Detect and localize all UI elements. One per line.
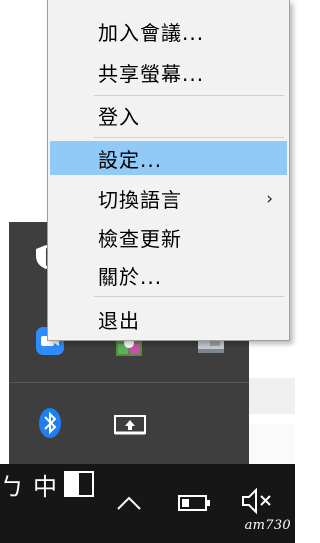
watermark: am730 — [244, 518, 291, 533]
menu-item-share-screen[interactable]: 共享螢幕... — [50, 55, 287, 89]
battery-icon[interactable] — [176, 490, 214, 516]
menu-item-label: 切換語言 — [98, 187, 182, 212]
menu-separator — [94, 137, 284, 138]
background-strip — [249, 378, 295, 414]
menu-item-check-updates[interactable]: 檢查更新 — [50, 220, 287, 254]
speaker-muted-icon[interactable] — [238, 486, 276, 516]
menu-item-label: 關於... — [98, 264, 163, 289]
menu-separator — [94, 296, 284, 297]
menu-item-label: 登入 — [98, 104, 140, 129]
menu-separator — [94, 95, 284, 96]
menu-item-settings[interactable]: 設定... — [50, 141, 287, 175]
menu-item-about[interactable]: 關於... — [50, 258, 287, 292]
menu-item-sign-in[interactable]: 登入 — [50, 98, 287, 132]
menu-item-label: 共享螢幕... — [98, 61, 205, 86]
ime-width-toggle-icon[interactable] — [64, 471, 94, 497]
chevron-up-icon[interactable] — [113, 490, 145, 516]
menu-item-exit[interactable]: 退出 — [50, 302, 287, 336]
menu-item-switch-language[interactable]: 切換語言 › — [50, 181, 287, 215]
ime-chinese-mode-indicator[interactable]: 中 — [30, 464, 60, 504]
screen-share-icon[interactable] — [113, 410, 147, 438]
menu-item-label: 檢查更新 — [98, 226, 182, 251]
bluetooth-icon[interactable] — [37, 406, 63, 440]
taskbar: ㄅ 中 am730 — [0, 464, 295, 543]
tray-divider — [9, 382, 249, 383]
tray-context-menu: 加入會議... 共享螢幕... 登入 設定... 切換語言 › 檢查更新 關於.… — [47, 0, 290, 341]
chevron-right-icon: › — [266, 189, 273, 209]
menu-item-label: 設定... — [98, 147, 163, 172]
background-strip — [249, 424, 295, 464]
menu-item-label: 加入會議... — [98, 20, 205, 45]
ime-indicator-partial[interactable]: ㄅ — [0, 464, 20, 504]
menu-item-join-meeting[interactable]: 加入會議... — [50, 14, 287, 48]
menu-item-label: 退出 — [98, 308, 140, 333]
